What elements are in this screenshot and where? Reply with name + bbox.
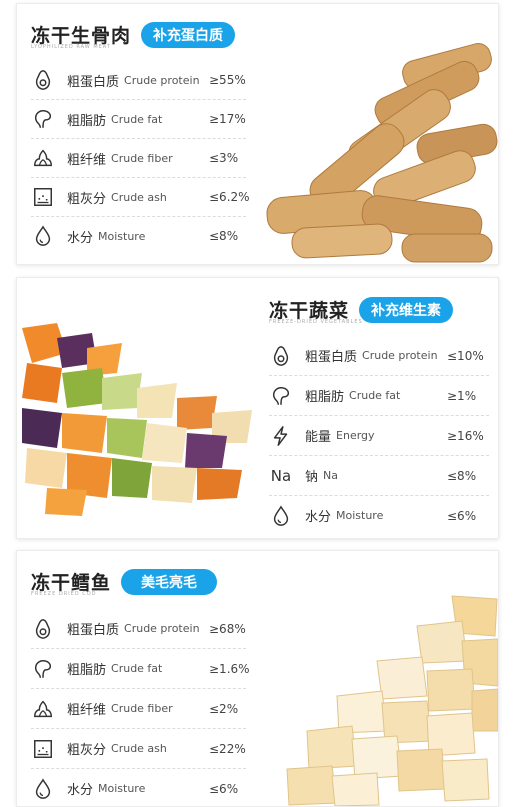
fat-icon bbox=[31, 107, 55, 131]
nutrient-value: ≥16% bbox=[447, 428, 484, 443]
nutrient-name: 粗灰分 bbox=[67, 743, 107, 758]
nutrient-name: 粗脂肪 bbox=[305, 390, 345, 405]
nutrient-name-en: Crude protein bbox=[124, 73, 200, 87]
nutrient-value: ≥17% bbox=[209, 112, 246, 126]
water-drop-icon bbox=[269, 504, 293, 528]
ash-icon bbox=[31, 737, 55, 761]
nutrient-name-en: Crude fiber bbox=[111, 702, 173, 715]
nutrient-name-en: Na bbox=[323, 469, 338, 482]
nutrition-row-energy: 能量 Energy ≥16% bbox=[269, 416, 489, 456]
avocado-icon bbox=[31, 617, 55, 641]
nutrition-row-fiber: 粗纤维 Crude fiber ≤2% bbox=[31, 689, 246, 729]
fat-icon bbox=[269, 384, 293, 408]
nutrient-name-en: Crude fiber bbox=[111, 151, 173, 165]
nutrient-name-en: Crude protein bbox=[362, 349, 438, 362]
vegetables-card: 冻干蔬菜 补充维生素 FREEZE-DRIED VEGETABLES 粗蛋白质 … bbox=[16, 277, 499, 539]
nutrition-list: 粗蛋白质 Crude protein ≥55% 粗脂肪 Crude fat ≥1… bbox=[31, 61, 250, 255]
nutrient-name: 水分 bbox=[305, 510, 332, 525]
water-drop-icon bbox=[31, 777, 55, 801]
freeze-dried-vegetables-image bbox=[22, 323, 252, 516]
nutrient-name: 粗蛋白质 bbox=[67, 623, 120, 638]
sodium-icon: Na bbox=[270, 466, 292, 485]
nutrient-name: 粗蛋白质 bbox=[67, 74, 120, 90]
freeze-dried-cod-image bbox=[286, 595, 498, 806]
card-subtitle: LYOPHILIZED RAW MEAT bbox=[31, 44, 111, 50]
nutrition-row-ash: 粗灰分 Crude ash ≤22% bbox=[31, 729, 246, 769]
benefit-badge: 补充蛋白质 bbox=[141, 21, 236, 48]
nutrient-name: 能量 bbox=[305, 430, 332, 445]
nutrient-name: 粗蛋白质 bbox=[305, 350, 358, 365]
nutrient-value: ≥55% bbox=[209, 73, 246, 87]
nutrition-row-fat: 粗脂肪 Crude fat ≥1% bbox=[269, 376, 489, 416]
nutrient-name-en: Crude fat bbox=[111, 662, 163, 675]
nutrient-value: ≤2% bbox=[209, 701, 239, 716]
nutrition-list: 粗蛋白质 Crude protein ≥68% 粗脂肪 Crude fat ≥1… bbox=[31, 609, 250, 807]
nutrition-row-moisture: 水分 Moisture ≤6% bbox=[269, 496, 489, 535]
nutrition-row-fat: 粗脂肪 Crude fat ≥17% bbox=[31, 100, 246, 139]
nutrient-name-en: Moisture bbox=[336, 509, 384, 522]
nutrient-name: 粗纤维 bbox=[67, 152, 107, 168]
nutrition-row-ash: 粗灰分 Crude ash ≤6.2% bbox=[31, 178, 250, 217]
nutrition-row-moisture: 水分 Moisture ≤6% bbox=[31, 769, 246, 807]
fiber-icon bbox=[31, 146, 55, 170]
nutrient-value: ≤22% bbox=[209, 741, 246, 756]
lightning-icon bbox=[269, 424, 293, 448]
nutrient-value: ≤3% bbox=[209, 151, 239, 165]
nutrition-row-moisture: 水分 Moisture ≤8% bbox=[31, 217, 246, 255]
nutrition-row-protein: 粗蛋白质 Crude protein ≤10% bbox=[269, 336, 489, 376]
ash-icon bbox=[31, 185, 55, 209]
nutrition-row-fiber: 粗纤维 Crude fiber ≤3% bbox=[31, 139, 246, 178]
nutrient-value: ≤8% bbox=[209, 229, 239, 243]
nutrient-value: ≥68% bbox=[209, 621, 246, 636]
nutrient-name-en: Energy bbox=[336, 429, 375, 442]
nutrient-name-en: Crude fat bbox=[111, 112, 163, 126]
nutrition-row-protein: 粗蛋白质 Crude protein ≥55% bbox=[31, 61, 246, 100]
nutrient-value: ≤6% bbox=[447, 508, 477, 523]
card-subtitle: FREEZE DRIED COD bbox=[31, 591, 97, 597]
avocado-icon bbox=[31, 68, 55, 92]
nutrient-name-en: Crude ash bbox=[111, 190, 167, 204]
fiber-icon bbox=[31, 697, 55, 721]
nutrient-name-en: Crude protein bbox=[124, 622, 200, 635]
nutrient-name-en: Moisture bbox=[98, 229, 146, 243]
nutrient-name-en: Moisture bbox=[98, 782, 146, 795]
nutrient-value: ≥1.6% bbox=[209, 661, 250, 676]
benefit-badge: 美毛亮毛 bbox=[121, 568, 218, 595]
raw-meat-card: 冻干生骨肉 补充蛋白质 LYOPHILIZED RAW MEAT 粗蛋白质 Cr… bbox=[16, 3, 499, 265]
nutrient-name: 粗脂肪 bbox=[67, 663, 107, 678]
nutrition-row-fat: 粗脂肪 Crude fat ≥1.6% bbox=[31, 649, 250, 689]
fat-icon bbox=[31, 657, 55, 681]
avocado-icon bbox=[269, 344, 293, 368]
nutrient-name: 水分 bbox=[67, 783, 94, 798]
nutrition-list: 粗蛋白质 Crude protein ≤10% 粗脂肪 Crude fat ≥1… bbox=[269, 336, 489, 535]
nutrient-value: ≤10% bbox=[447, 348, 484, 363]
nutrient-name: 钠 bbox=[305, 470, 319, 485]
nutrition-row-sodium: Na 钠 Na ≤8% bbox=[269, 456, 489, 496]
water-drop-icon bbox=[31, 224, 55, 248]
nutrient-name-en: Crude ash bbox=[111, 742, 167, 755]
benefit-badge: 补充维生素 bbox=[359, 296, 454, 323]
nutrient-name: 水分 bbox=[67, 230, 94, 246]
nutrient-name: 粗灰分 bbox=[67, 191, 107, 207]
nutrient-name: 粗纤维 bbox=[67, 703, 107, 718]
nutrient-value: ≥1% bbox=[447, 388, 477, 403]
nutrition-row-protein: 粗蛋白质 Crude protein ≥68% bbox=[31, 609, 246, 649]
nutrient-value: ≤6% bbox=[209, 781, 239, 796]
nutrient-name: 粗脂肪 bbox=[67, 113, 107, 129]
nutrient-name-en: Crude fat bbox=[349, 389, 401, 402]
nutrient-value: ≤6.2% bbox=[209, 190, 250, 204]
nutrient-value: ≤8% bbox=[447, 468, 477, 483]
card-subtitle: FREEZE-DRIED VEGETABLES bbox=[269, 319, 363, 325]
freeze-dried-meat-image bbox=[266, 43, 498, 263]
cod-card: 冻干鳕鱼 美毛亮毛 FREEZE DRIED COD 粗蛋白质 Crude pr… bbox=[16, 550, 499, 807]
